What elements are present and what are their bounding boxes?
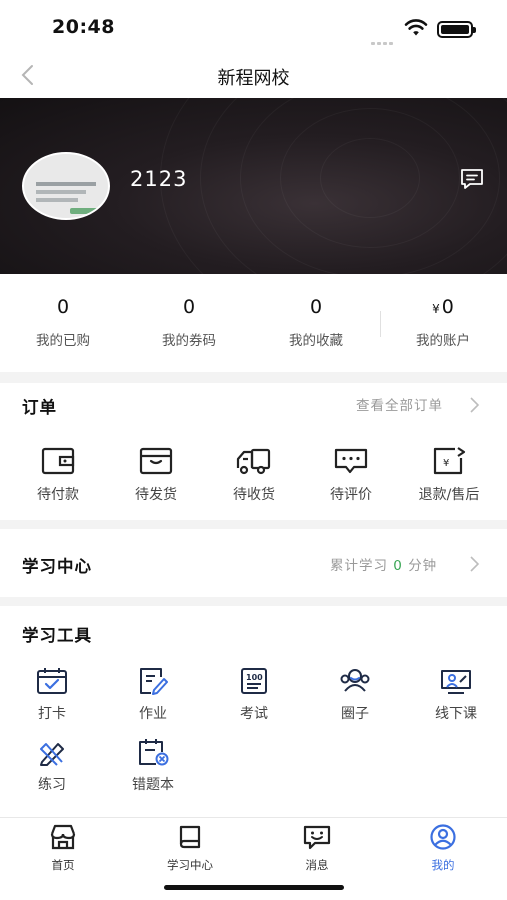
learning-summary: 累计学习 0 分钟: [330, 554, 437, 574]
comment-icon: [334, 448, 368, 474]
chevron-right-icon[interactable]: [468, 396, 480, 414]
battery-icon: [437, 21, 476, 38]
wallet-icon: [41, 447, 75, 475]
offline-class-icon: [441, 670, 471, 694]
exam-icon: 100: [241, 668, 267, 694]
mistake-book-icon: [139, 739, 169, 766]
profile-banner: [0, 98, 507, 274]
home-indicator: [164, 885, 344, 890]
tool-label: 练习: [38, 777, 66, 793]
book-icon: [179, 825, 201, 849]
tool-label: 圈子: [341, 706, 369, 722]
refund-icon: ¥: [433, 447, 466, 475]
tab-learning-center[interactable]: 学习中心: [145, 824, 235, 873]
tool-label: 考试: [240, 706, 268, 722]
tool-label: 打卡: [38, 706, 66, 722]
currency-symbol: ¥: [432, 302, 440, 316]
svg-text:¥: ¥: [443, 458, 449, 469]
learning-center-title: 学习中心: [22, 557, 92, 576]
stat-label: 我的账户: [416, 333, 470, 349]
homework-icon: [140, 668, 168, 695]
stat-value: 0: [309, 296, 323, 318]
order-pending-shipment[interactable]: 待发货: [116, 446, 196, 504]
tab-label: 我的: [431, 858, 455, 872]
order-pending-payment[interactable]: 待付款: [18, 446, 98, 504]
stat-label: 我的收藏: [289, 333, 343, 349]
tool-checkin[interactable]: 打卡: [12, 667, 92, 723]
status-bar: 20:48: [0, 0, 507, 52]
tool-label: 错题本: [132, 777, 174, 793]
stat-coupons[interactable]: 0 我的券码: [134, 296, 244, 349]
order-status-label: 待发货: [135, 487, 177, 503]
stat-value: 0: [56, 296, 70, 318]
avatar[interactable]: [22, 152, 110, 220]
message-icon: [303, 825, 331, 850]
tool-homework[interactable]: 作业: [113, 667, 193, 723]
order-refund-aftersale[interactable]: ¥ 退款/售后: [409, 446, 489, 504]
learning-summary-suffix: 分钟: [408, 558, 438, 574]
stat-value: 0: [441, 296, 454, 318]
view-all-orders-link[interactable]: 查看全部订单: [356, 394, 443, 414]
calendar-check-icon: [37, 668, 67, 694]
chat-message-icon[interactable]: [459, 167, 485, 191]
stat-purchased[interactable]: 0 我的已购: [8, 296, 118, 349]
learning-summary-prefix: 累计学习: [330, 558, 388, 574]
profile-icon: [430, 824, 456, 850]
learning-tools-title: 学习工具: [22, 626, 92, 645]
learning-tools-card: 学习工具 打卡 作业 100 考试 圈子 线下课 练习 错题本: [0, 606, 507, 817]
tool-offline-class[interactable]: 线下课: [416, 667, 496, 723]
tool-label: 作业: [139, 706, 167, 722]
stats-panel: 0 我的已购 0 我的券码 0 我的收藏 ¥0 我的账户: [0, 274, 507, 372]
stat-value: 0: [182, 296, 196, 318]
stat-label: 我的券码: [162, 333, 216, 349]
order-pending-review[interactable]: 待评价: [311, 446, 391, 504]
tool-exam[interactable]: 100 考试: [214, 667, 294, 723]
order-status-label: 待评价: [330, 487, 372, 503]
order-pending-receipt[interactable]: 待收货: [214, 446, 294, 504]
tab-messages[interactable]: 消息: [272, 824, 362, 873]
order-status-label: 待收货: [233, 487, 275, 503]
orders-title: 订单: [22, 398, 57, 417]
group-icon: [340, 669, 370, 692]
orders-card: 订单 查看全部订单 待付款 待发货 待收货 待评价 ¥ 退款/售后: [0, 383, 507, 520]
status-time: 20:48: [52, 16, 115, 38]
learning-center-card[interactable]: 学习中心 累计学习 0 分钟: [0, 529, 507, 597]
tool-mistake-book[interactable]: 错题本: [113, 738, 193, 794]
box-icon: [139, 447, 173, 475]
home-store-icon: [50, 824, 76, 850]
tab-label: 首页: [51, 858, 75, 872]
divider: [380, 311, 381, 337]
cellular-signal-icon: [371, 30, 395, 49]
nav-bar: 新程网校: [0, 52, 507, 98]
order-status-label: 退款/售后: [418, 487, 480, 503]
tab-me[interactable]: 我的: [398, 824, 488, 873]
username: 2123: [130, 167, 188, 191]
tab-label: 消息: [305, 858, 329, 872]
page-title: 新程网校: [217, 68, 290, 89]
svg-text:100: 100: [246, 673, 263, 682]
tab-label: 学习中心: [167, 858, 213, 872]
stat-account[interactable]: ¥0 我的账户: [388, 296, 498, 349]
learning-minutes: 0: [393, 558, 403, 574]
tab-home[interactable]: 首页: [18, 824, 108, 873]
chevron-right-icon[interactable]: [468, 555, 480, 573]
tool-practice[interactable]: 练习: [12, 738, 92, 794]
order-status-label: 待付款: [37, 487, 79, 503]
stat-favorites[interactable]: 0 我的收藏: [261, 296, 371, 349]
truck-icon: [236, 448, 271, 475]
stat-label: 我的已购: [36, 333, 90, 349]
tool-label: 线下课: [435, 706, 477, 722]
tool-circle[interactable]: 圈子: [315, 667, 395, 723]
wifi-icon: [404, 19, 428, 36]
practice-icon: [40, 743, 64, 766]
